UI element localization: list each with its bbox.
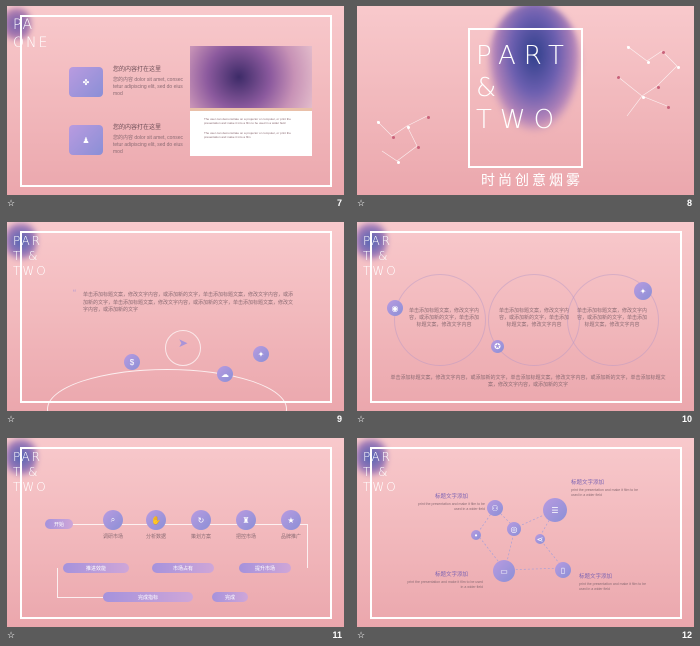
step-label: 分析数据 xyxy=(145,534,166,540)
twitter-icon: ✦ xyxy=(634,282,652,300)
moneybag-icon: $ xyxy=(124,354,140,370)
slide-8-thumb[interactable]: PART & TWO 时尚创意烟雾 ☆ 8 xyxy=(350,0,694,212)
slide-number: 7 xyxy=(336,198,342,208)
slide-10: PAR T & TWO ◉ ✪ ✦ 单击添加标题文案，修改文字内容，或添加新的文字，… xyxy=(357,222,694,411)
paper-plane-icon: ➤ xyxy=(178,336,189,350)
slide-11-thumb[interactable]: PAR T & TWO 开始 ⌕ ✋ ↻ ♜ ★ 调研市场 分析数据 策划方案 把控… xyxy=(0,432,344,644)
slide-10-thumb[interactable]: PAR T & TWO ◉ ✪ ✦ 单击添加标题文案，修改文字内容，或添加新的文字，… xyxy=(350,216,694,428)
item1-body: 您的内容 dolor sit amet, consec tetur adipis… xyxy=(113,77,184,97)
star-icon[interactable]: ☆ xyxy=(7,414,15,425)
network-lines xyxy=(476,507,564,571)
twitter-icon: ✦ xyxy=(253,346,269,362)
label-bottom-right: 标题文字添加 xyxy=(579,574,613,580)
row2-pill: 提升市场 xyxy=(239,563,291,573)
cloud-icon: ☁ xyxy=(217,366,233,382)
network-icon: ⚇ xyxy=(487,500,503,516)
row3-pill: 完成指标 xyxy=(103,592,193,602)
column-1-text: 单击添加标题文案，修改文字内容，或添加新的文字，单击添加标题文案，修改文字内容 xyxy=(409,308,480,328)
star-icon[interactable]: ☆ xyxy=(7,198,15,209)
slide-9-thumb[interactable]: PAR T & TWO “ 单击添加标题文案，修改文字内容，或添加新的文字，单击添加… xyxy=(0,216,344,428)
label-top-right: 标题文字添加 xyxy=(571,480,605,486)
database-icon: ☰ xyxy=(543,498,567,522)
slide-number: 9 xyxy=(336,414,342,424)
label-bottom-left: 标题文字添加 xyxy=(435,572,469,578)
phone-icon: ▯ xyxy=(555,562,571,578)
row3-pill: 完成 xyxy=(212,592,248,602)
part-title: PA ONE xyxy=(13,17,50,51)
clover-icon: ✤ xyxy=(69,67,103,97)
text-card: The user can demonstrate on a projector … xyxy=(190,108,312,156)
share-icon: ⋖ xyxy=(535,534,545,544)
search-icon: ⌕ xyxy=(103,510,123,530)
part-title: PAR T & TWO xyxy=(13,234,48,278)
desc-top-left: print the presentation and make it film … xyxy=(417,502,485,511)
slide-7: PA ONE ✤ 您的内容打在这里 您的内容 dolor sit amet, co… xyxy=(7,6,344,195)
column-2-text: 单击添加标题文案，修改文字内容，或添加新的文字，单击添加标题文案，修改文字内容 xyxy=(499,308,570,328)
desc-bottom-left: print the presentation and make it film … xyxy=(407,580,483,589)
item2-body: 您的内容 dolor sit amet, consec tetur adipis… xyxy=(113,135,184,155)
slide-9: PAR T & TWO “ 单击添加标题文案，修改文字内容，或添加新的文字，单击添加… xyxy=(7,222,344,411)
slide-7-thumb[interactable]: PA ONE ✤ 您的内容打在这里 您的内容 dolor sit amet, co… xyxy=(0,0,344,212)
start-pill: 开始 xyxy=(45,519,73,529)
slide-11: PAR T & TWO 开始 ⌕ ✋ ↻ ♜ ★ 调研市场 分析数据 策划方案 把控… xyxy=(7,438,344,627)
star-icon[interactable]: ☆ xyxy=(7,630,15,641)
badge-icon: ◉ xyxy=(387,300,403,316)
slide-12: PAR T & TWO ⚇ ☰ ◎ • ⋖ ▭ ▯ 标题文字添加 print the… xyxy=(357,438,694,627)
smoke-image xyxy=(190,46,312,108)
hand-icon: ✋ xyxy=(146,510,166,530)
refresh-icon: ↻ xyxy=(191,510,211,530)
star-icon[interactable]: ☆ xyxy=(357,630,365,641)
slide-number: 11 xyxy=(332,630,342,640)
slide-number: 10 xyxy=(681,414,692,424)
quote-text: 单击添加标题文案，修改文字内容，或添加新的文字，单击添加标题文案，修改文字内容，… xyxy=(83,292,294,313)
step-label: 品牌推广 xyxy=(280,534,301,540)
item1-title: 您的内容打在这里 xyxy=(113,67,162,73)
star-icon[interactable]: ☆ xyxy=(357,198,365,209)
medal-icon: ✪ xyxy=(491,340,504,353)
star-icon[interactable]: ☆ xyxy=(357,414,365,425)
chess-icon: ♜ xyxy=(236,510,256,530)
step-label: 把控市场 xyxy=(235,534,256,540)
desc-top-right: print the presentation and make it film … xyxy=(571,488,639,497)
network-decoration xyxy=(376,45,678,162)
label-top-left: 标题文字添加 xyxy=(435,494,469,500)
target-icon: ◎ xyxy=(507,522,521,536)
bottom-text: 单击添加标题文案，修改文字内容，或添加新的文字，单击添加标题文案，修改文字内容，… xyxy=(390,375,666,388)
quote-mark: “ xyxy=(73,288,76,298)
part-title: PAR T & TWO xyxy=(363,234,398,278)
slide-number: 12 xyxy=(681,630,692,640)
row2-pill: 推进效能 xyxy=(63,563,129,573)
step-label: 调研市场 xyxy=(102,534,123,540)
person-icon: ♟ xyxy=(69,125,103,155)
desc-bottom-right: print the presentation and make it film … xyxy=(579,582,647,591)
star-badge-icon: ★ xyxy=(281,510,301,530)
slide-12-thumb[interactable]: PAR T & TWO ⚇ ☰ ◎ • ⋖ ▭ ▯ 标题文字添加 print the… xyxy=(350,432,694,644)
item2-title: 您的内容打在这里 xyxy=(113,125,162,131)
column-3-text: 单击添加标题文案，修改文字内容，或添加新的文字，单击添加标题文案，修改文字内容 xyxy=(577,308,648,328)
node-icon: • xyxy=(471,530,481,540)
slide-number: 8 xyxy=(686,198,692,208)
part-title: PAR T & TWO xyxy=(13,450,48,494)
monitor-icon: ▭ xyxy=(493,560,515,582)
row2-pill: 市场占有 xyxy=(152,563,214,573)
step-label: 策划方案 xyxy=(190,534,211,540)
slide-8: PART & TWO 时尚创意烟雾 xyxy=(357,6,694,195)
